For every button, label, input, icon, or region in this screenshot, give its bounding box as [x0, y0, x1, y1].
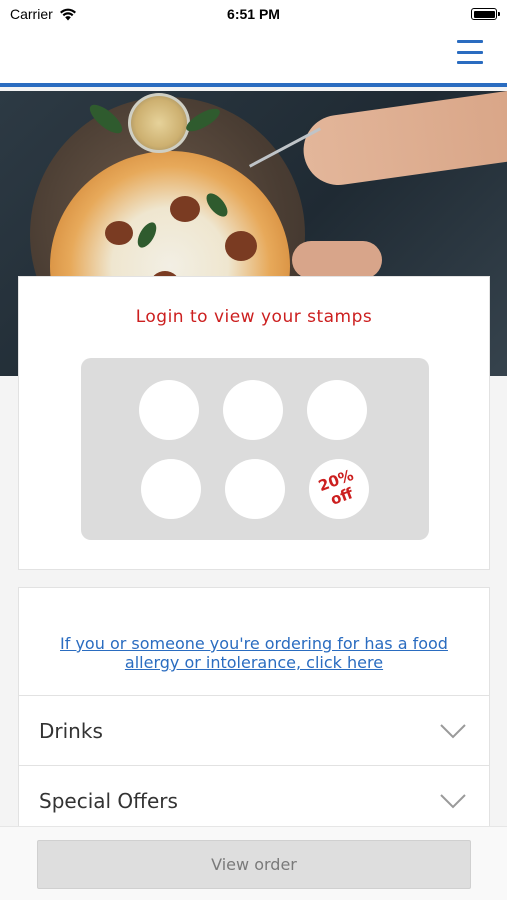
stamp-slot	[307, 380, 367, 440]
menu-card: If you or someone you're ordering for ha…	[18, 587, 490, 827]
stamp-slot	[139, 380, 199, 440]
stamp-card: Login to view your stamps 20% off	[18, 276, 490, 570]
stamp-grid: 20% off	[81, 358, 429, 540]
chevron-down-icon	[440, 723, 466, 738]
battery-icon	[471, 8, 500, 20]
category-label: Special Offers	[39, 788, 178, 813]
stamp-card-title[interactable]: Login to view your stamps	[19, 307, 489, 327]
carrier-label: Carrier	[10, 6, 53, 22]
status-left: Carrier	[10, 6, 77, 22]
app-header	[0, 28, 507, 87]
view-order-button[interactable]: View order	[37, 840, 471, 889]
category-label: Drinks	[39, 718, 103, 743]
category-drinks[interactable]: Drinks	[19, 695, 489, 765]
chevron-down-icon	[440, 793, 466, 808]
category-special-offers[interactable]: Special Offers	[19, 765, 489, 835]
hamburger-menu-icon[interactable]	[457, 40, 483, 64]
allergy-info-link[interactable]: If you or someone you're ordering for ha…	[39, 634, 469, 672]
wifi-icon	[59, 8, 76, 20]
reward-stamp: 20% off	[309, 459, 369, 519]
bottom-bar: View order	[0, 826, 507, 900]
stamp-slot	[141, 459, 201, 519]
stamp-slot	[223, 380, 283, 440]
status-bar: Carrier 6:51 PM	[0, 0, 507, 28]
stamp-slot	[225, 459, 285, 519]
hand-graphic	[299, 91, 507, 190]
hand-graphic-2	[292, 241, 382, 279]
pine-nut-bowl	[128, 93, 190, 153]
